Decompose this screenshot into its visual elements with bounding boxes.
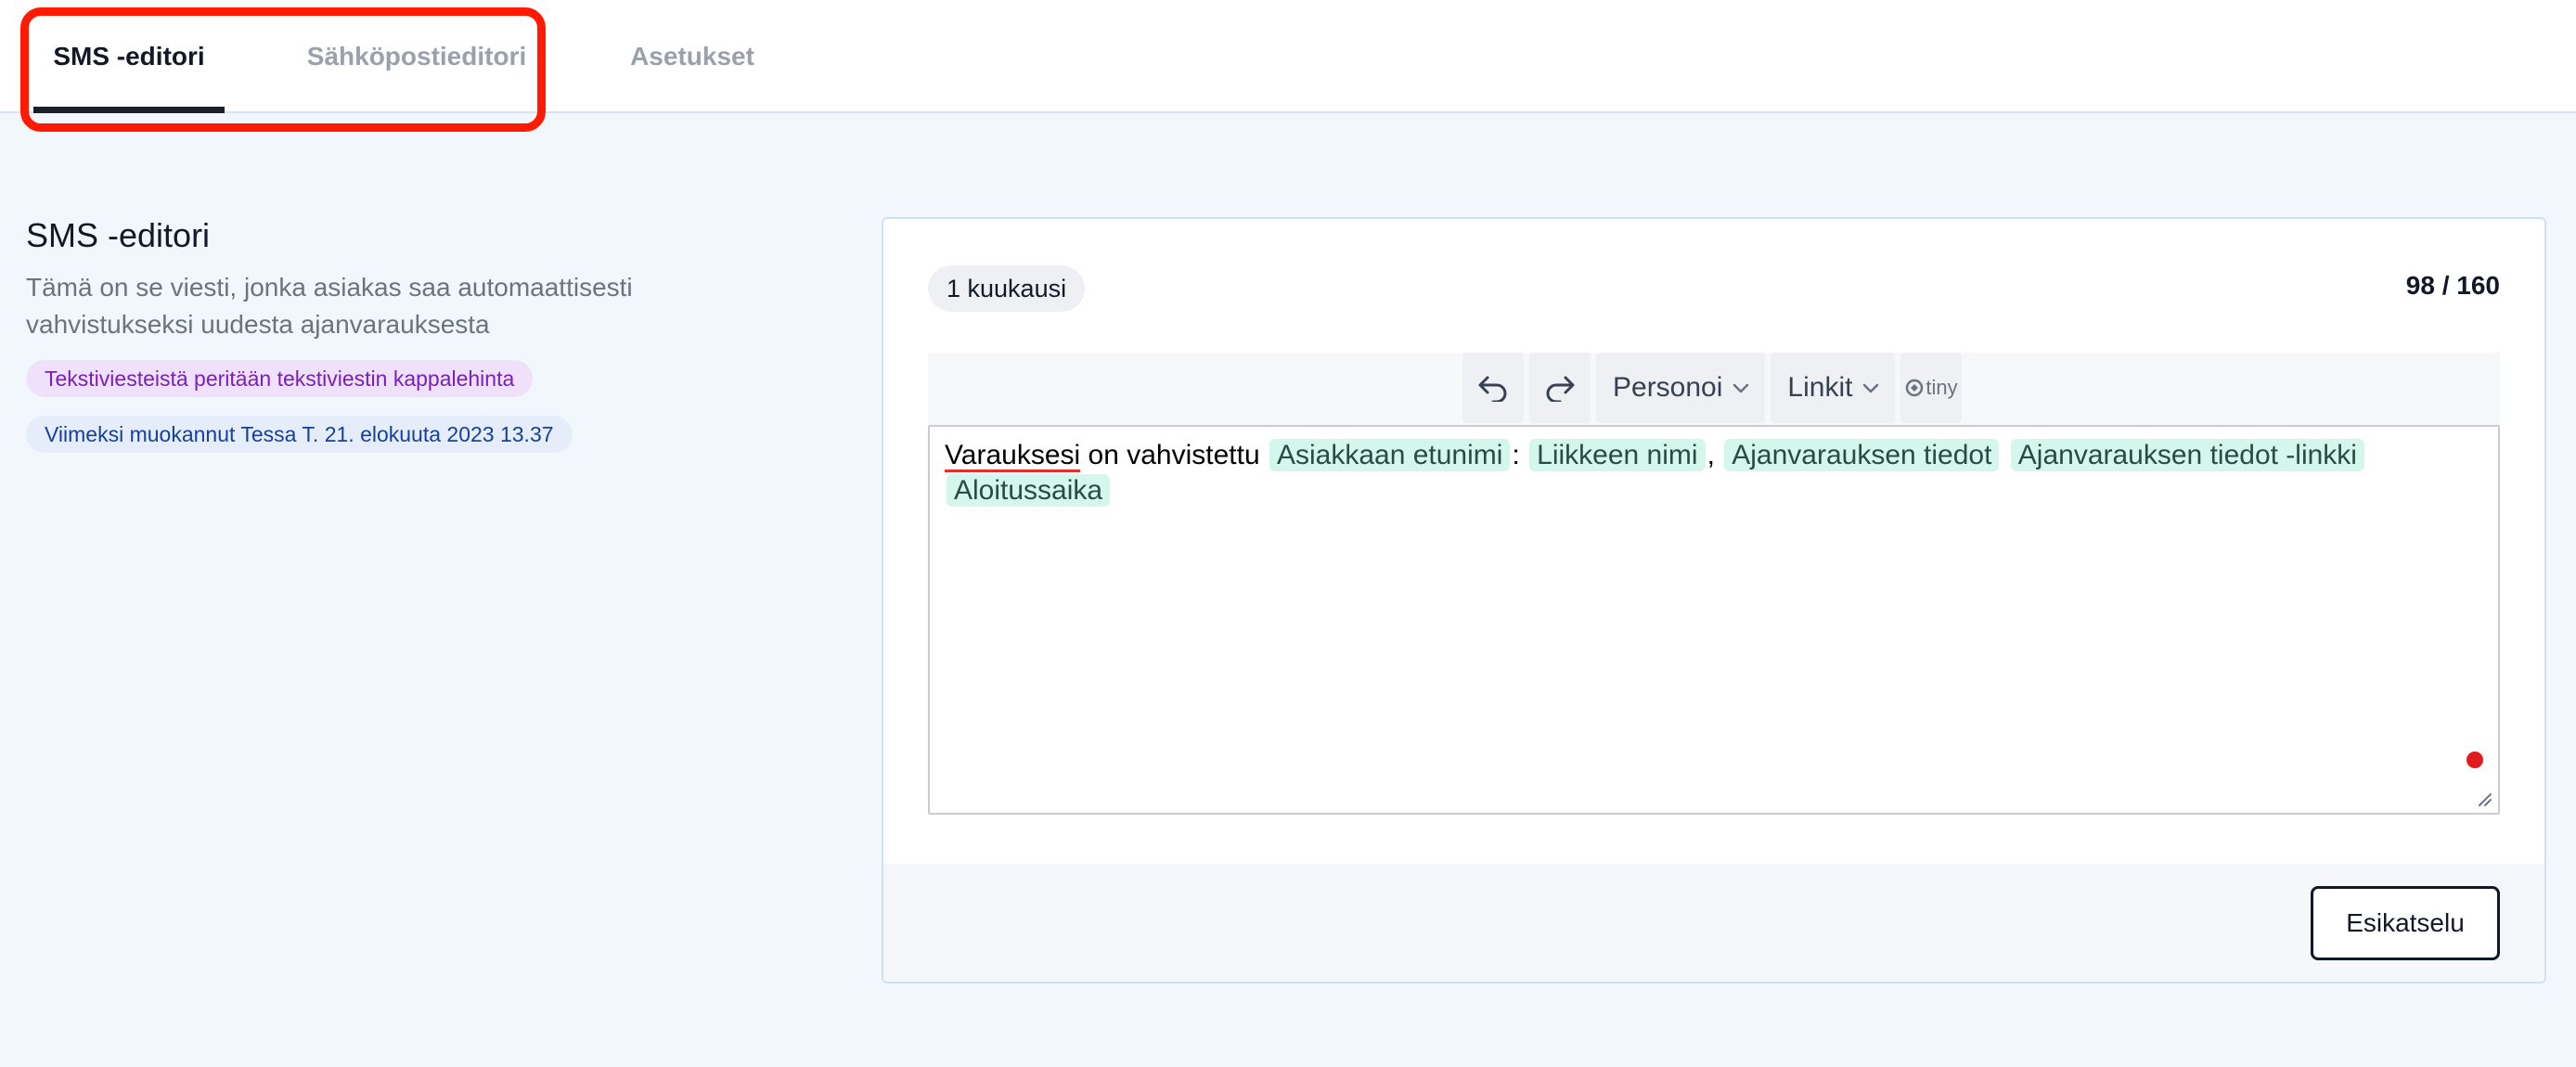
editor-toolbar: Personoi Linkit tiny bbox=[1462, 353, 1963, 423]
sms-editor-info: SMS -editori Tämä on se viesti, jonka as… bbox=[26, 213, 768, 453]
resize-handle-icon[interactable] bbox=[2474, 789, 2492, 807]
personalize-dropdown[interactable]: Personoi bbox=[1596, 353, 1766, 423]
variable-tag-start-time[interactable]: Aloitussaika bbox=[947, 474, 1111, 507]
character-counter: 98 / 160 bbox=[2405, 271, 2500, 300]
period-chip: 1 kuukausi bbox=[928, 265, 1086, 312]
sms-editor-card: 1 kuukausi 98 / 160 Personoi Linkit tiny… bbox=[882, 217, 2546, 983]
variable-tag-booking-link[interactable]: Ajanvarauksen tiedot -linkki bbox=[2010, 439, 2364, 471]
tiny-branding[interactable]: tiny bbox=[1900, 353, 1963, 423]
tab-sms-editor-label: SMS -editori bbox=[53, 42, 205, 71]
personalize-label: Personoi bbox=[1613, 372, 1723, 403]
redo-icon bbox=[1546, 376, 1575, 402]
tab-email-editor[interactable]: Sähköpostieditori bbox=[291, 0, 542, 113]
tab-bar: SMS -editori Sähköpostieditori Asetukset bbox=[0, 0, 2576, 132]
message-text-area[interactable]: Varauksesi on vahvistettu Asiakkaan etun… bbox=[928, 425, 2500, 815]
preview-button[interactable]: Esikatselu bbox=[2311, 886, 2500, 960]
tiny-logo-icon bbox=[1906, 379, 1924, 397]
last-modified-badge: Viimeksi muokannut Tessa T. 21. elokuuta… bbox=[26, 416, 573, 453]
tiny-label: tiny bbox=[1926, 376, 1958, 399]
links-label: Linkit bbox=[1787, 372, 1853, 403]
variable-tag-first-name[interactable]: Asiakkaan etunimi bbox=[1269, 439, 1511, 471]
tab-email-editor-label: Sähköpostieditori bbox=[306, 42, 527, 71]
message-text: on vahvistettu bbox=[1080, 440, 1268, 470]
chevron-down-icon bbox=[1733, 383, 1749, 393]
variable-tag-business-name[interactable]: Liikkeen nimi bbox=[1529, 439, 1706, 471]
sms-price-badge: Tekstiviesteistä peritään tekstiviestin … bbox=[26, 360, 534, 397]
separator-comma: , bbox=[1707, 440, 1715, 470]
redo-button[interactable] bbox=[1529, 353, 1591, 423]
tab-settings[interactable]: Asetukset bbox=[620, 0, 765, 113]
links-dropdown[interactable]: Linkit bbox=[1771, 353, 1896, 423]
rich-text-editor: Personoi Linkit tiny Varauksesi on vahvi… bbox=[928, 353, 2500, 815]
misspelled-word: Varauksesi bbox=[945, 440, 1081, 470]
variable-tag-booking-details[interactable]: Ajanvarauksen tiedot bbox=[1724, 439, 2000, 471]
tab-settings-label: Asetukset bbox=[630, 42, 754, 71]
chevron-down-icon bbox=[1863, 383, 1879, 393]
editor-card-footer: Esikatselu bbox=[883, 864, 2544, 982]
page-title: SMS -editori bbox=[26, 216, 211, 254]
tab-sms-editor[interactable]: SMS -editori bbox=[33, 0, 225, 113]
status-dot bbox=[2467, 752, 2483, 768]
active-tab-indicator bbox=[33, 107, 225, 113]
separator-colon: : bbox=[1512, 440, 1520, 470]
undo-button[interactable] bbox=[1462, 353, 1524, 423]
editor-card-body: 1 kuukausi 98 / 160 Personoi Linkit tiny… bbox=[883, 219, 2544, 864]
page-description: Tämä on se viesti, jonka asiakas saa aut… bbox=[26, 273, 633, 339]
undo-icon bbox=[1478, 376, 1507, 402]
